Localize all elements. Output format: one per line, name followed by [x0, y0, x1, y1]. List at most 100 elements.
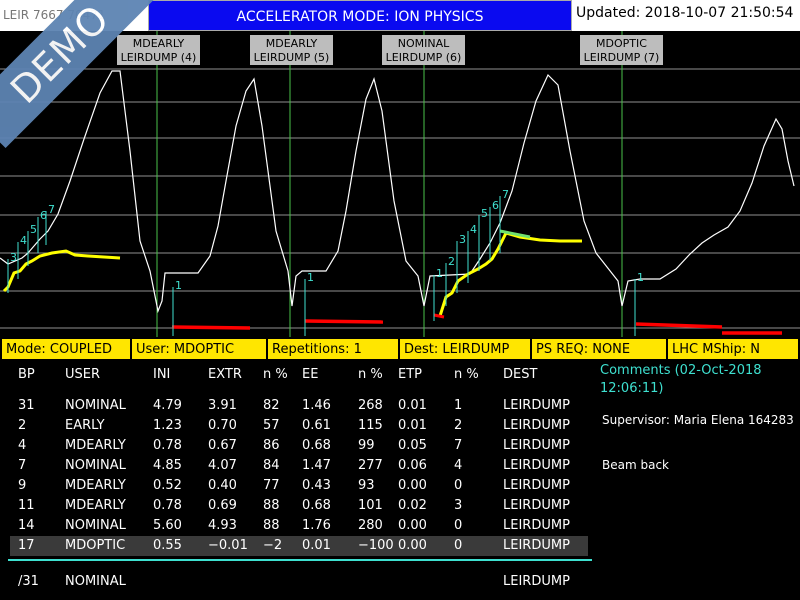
table-cell: 4.79 [153, 398, 182, 413]
table-cell: −2 [263, 538, 283, 553]
table-cell: 88 [263, 518, 280, 533]
table-cell: MDEARLY [65, 478, 126, 493]
table-cell: 0 [454, 478, 463, 493]
table-header-cell: EE [302, 367, 319, 382]
table-cell: 93 [358, 478, 375, 493]
table-cell: LEIRDUMP [503, 498, 570, 513]
table-cell: 84 [263, 458, 280, 473]
marker-label: 4 [470, 223, 477, 236]
table-cell: 0.61 [302, 418, 331, 433]
table-footer-bp: /31 [18, 574, 39, 589]
table-cell: MDEARLY [65, 498, 126, 513]
table-cell: 31 [18, 398, 35, 413]
table-cell: LEIRDUMP [503, 538, 570, 553]
marker-label: 3 [10, 251, 17, 264]
table-cell: 88 [263, 498, 280, 513]
extraction-trace [171, 325, 251, 330]
beam-table: BP USER INI EXTR n % EE n % ETP n % DEST 31 NOMINAL… [0, 362, 596, 600]
table-cell: 0.70 [208, 418, 237, 433]
table-cell: 82 [263, 398, 280, 413]
table-cell: 4 [454, 458, 463, 473]
table-header-cell: BP [18, 367, 35, 382]
table-cell: 3.91 [208, 398, 237, 413]
status-repetitions: Repetitions: 1 [268, 339, 398, 359]
table-footer-dest: LEIRDUMP [503, 574, 570, 589]
marker-label: 1 [637, 271, 644, 284]
table-cell: 7 [18, 458, 27, 473]
table-cell: 280 [358, 518, 383, 533]
table-cell: −0.01 [208, 538, 248, 553]
table-cell: 0.68 [302, 498, 331, 513]
marker-label: 5 [481, 207, 488, 220]
table-cell: LEIRDUMP [503, 458, 570, 473]
table-cell: 99 [358, 438, 375, 453]
marker-label: 4 [20, 234, 27, 247]
table-cell: 0.05 [398, 438, 427, 453]
cycle-tag-user: NOMINAL [398, 37, 450, 50]
status-ps-request: PS REQ: NONE [532, 339, 666, 359]
beam-intensity-plot: 3456 711 11234567 MDEARLYLEIRDUMP (4)MDEAR… [0, 31, 800, 337]
cycle-tag-dest: LEIRDUMP (5) [254, 51, 330, 64]
marker-label: 1 [307, 271, 314, 284]
updated-timestamp: Updated: 2018-10-07 21:50:54 [572, 0, 800, 31]
marker-label: 2 [448, 255, 455, 268]
table-cell: 0.78 [153, 438, 182, 453]
table-cell: 2 [18, 418, 27, 433]
comment-message: Beam back [602, 458, 669, 472]
table-header-cell: INI [153, 367, 171, 382]
table-footer-user: NOMINAL [65, 574, 126, 589]
table-cell: 0.01 [302, 538, 331, 553]
table-cell: LEIRDUMP [503, 418, 570, 433]
table-cell: 0.68 [302, 438, 331, 453]
table-cell: NOMINAL [65, 398, 126, 413]
marker-label: 5 [30, 223, 37, 236]
table-cell: 5.60 [153, 518, 182, 533]
table-cell: 7 [454, 438, 463, 453]
cycle-tag-dest: LEIRDUMP (4) [121, 51, 197, 64]
table-cell: 0.67 [208, 438, 237, 453]
status-user: User: MDOPTIC [132, 339, 266, 359]
table-cell: −100 [358, 538, 394, 553]
marker-label: 3 [459, 233, 466, 246]
table-cell: NOMINAL [65, 458, 126, 473]
table-cell: 0.02 [398, 498, 427, 513]
cycle-tag-user: MDOPTIC [596, 37, 647, 50]
table-cell: NOMINAL [65, 518, 126, 533]
table-header-cell: n % [454, 367, 479, 382]
table-cell: 0.78 [153, 498, 182, 513]
table-cell: 1.47 [302, 458, 331, 473]
cycle-tags: MDEARLYLEIRDUMP (4)MDEARLYLEIRDUMP (5)NO… [117, 35, 663, 65]
table-cell: 1.23 [153, 418, 182, 433]
table-header-cell: n % [358, 367, 383, 382]
table-cell: 0.00 [398, 538, 427, 553]
table-cell: 0.69 [208, 498, 237, 513]
table-separator [8, 559, 592, 561]
table-cell: 4.85 [153, 458, 182, 473]
table-cell: 0.00 [398, 478, 427, 493]
marker-label: 7 [48, 203, 55, 216]
status-destination: Dest: LEIRDUMP [400, 339, 530, 359]
table-cell: 57 [263, 418, 280, 433]
table-cell: 0 [454, 538, 463, 553]
marker-label: 1 [436, 267, 443, 280]
table-cell: 115 [358, 418, 383, 433]
table-cell: 0.01 [398, 418, 427, 433]
table-cell: LEIRDUMP [503, 438, 570, 453]
table-cell: 11 [18, 498, 35, 513]
table-cell: 0.52 [153, 478, 182, 493]
table-cell: 1 [454, 398, 463, 413]
table-cell: MDEARLY [65, 438, 126, 453]
table-cell: 86 [263, 438, 280, 453]
table-header-cell: n % [263, 367, 288, 382]
table-cell: 1.76 [302, 518, 331, 533]
cycle-tag-user: MDEARLY [266, 37, 318, 50]
table-cell: LEIRDUMP [503, 478, 570, 493]
table-cell: 4 [18, 438, 27, 453]
table-cell: 268 [358, 398, 383, 413]
status-mode: Mode: COUPLED [2, 339, 130, 359]
extraction-trace [304, 319, 384, 324]
table-header-cell: USER [65, 367, 101, 382]
cycle-tag-dest: LEIRDUMP (7) [584, 51, 660, 64]
table-cell: LEIRDUMP [503, 518, 570, 533]
marker-label: 1 [175, 279, 182, 292]
